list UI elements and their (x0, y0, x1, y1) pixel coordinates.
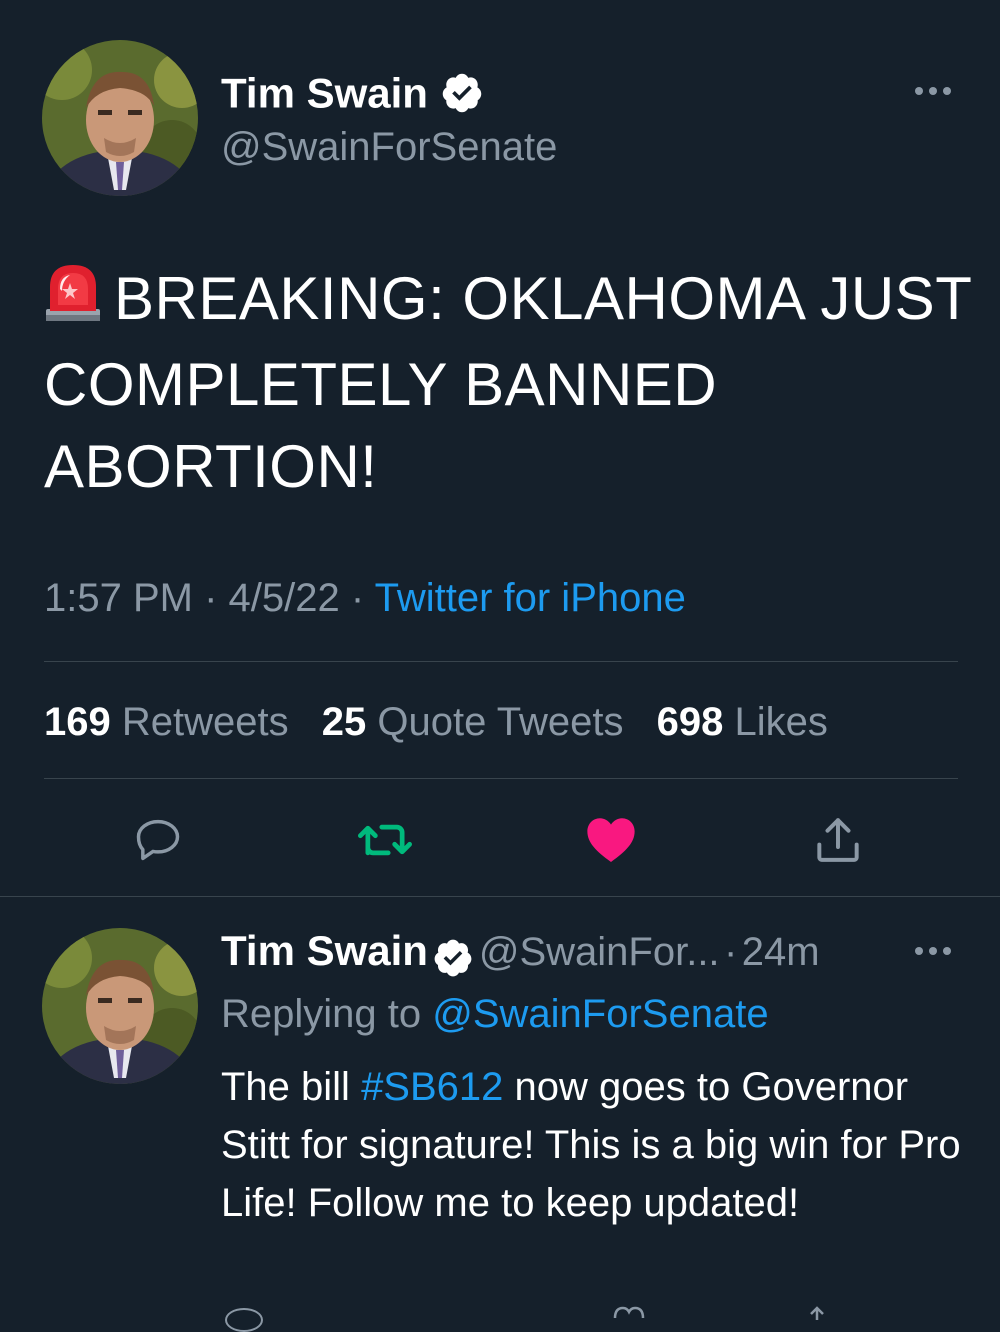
divider (44, 778, 958, 779)
tweet-stats: 169 Retweets 25 Quote Tweets 698 Likes (44, 702, 850, 742)
reply-text: The bill #SB612 now goes to Governor Sti… (221, 1058, 961, 1232)
verified-icon (432, 937, 474, 984)
likes-count: 698 (656, 700, 724, 744)
quote-tweets-stat[interactable]: 25 Quote Tweets (322, 700, 624, 744)
tweet-source-link[interactable]: Twitter for iPhone (375, 576, 686, 620)
quotes-label: Quote Tweets (377, 700, 624, 744)
retweets-label: Retweets (121, 700, 289, 744)
reply-header: Tim Swain @SwainFor... · 24m (221, 930, 820, 984)
reply-separator: · (724, 930, 738, 974)
author-avatar[interactable] (42, 40, 198, 196)
hashtag-link[interactable]: #SB612 (361, 1065, 503, 1109)
verified-icon (440, 71, 484, 122)
tweet-text-line2: COMPLETELY BANNED (44, 351, 718, 418)
likes-stat[interactable]: 698 Likes (657, 700, 828, 744)
reply-reply-icon[interactable] (225, 1308, 263, 1332)
tweet-date[interactable]: 4/5/22 (229, 576, 340, 620)
more-icon[interactable] (914, 84, 954, 102)
meta-separator: · (204, 576, 218, 620)
replying-to: Replying to @SwainForSenate (221, 994, 769, 1034)
siren-emoji (44, 261, 102, 344)
meta-separator: · (350, 576, 365, 620)
reply-author-handle[interactable]: @SwainFor... (479, 930, 720, 974)
heart-icon[interactable] (584, 814, 638, 864)
reply-icon[interactable] (132, 814, 184, 866)
reply-more-icon[interactable] (914, 944, 954, 962)
author-name[interactable]: Tim Swain (221, 71, 484, 122)
reply-heart-icon[interactable] (612, 1306, 646, 1325)
reply-author-name[interactable]: Tim Swain (221, 927, 428, 974)
reply-age[interactable]: 24m (742, 930, 820, 974)
author-name-text: Tim Swain (221, 69, 428, 117)
retweets-stat[interactable]: 169 Retweets (44, 700, 289, 744)
tweet-text-line3: ABORTION! (44, 433, 378, 500)
quotes-count: 25 (321, 700, 367, 744)
tweet-text-line1: BREAKING: OKLAHOMA JUST (114, 265, 973, 332)
tweet-text: BREAKING: OKLAHOMA JUST COMPLETELY BANNE… (44, 258, 972, 508)
replying-handle-link[interactable]: @SwainForSenate (432, 992, 768, 1036)
reply-author-avatar[interactable] (42, 928, 198, 1084)
tweet-time: 1:57 PM (44, 576, 193, 620)
retweets-count: 169 (44, 700, 111, 744)
tweet-meta: 1:57 PM · 4/5/22 · Twitter for iPhone (44, 578, 686, 618)
replying-prefix: Replying to (221, 992, 422, 1036)
section-divider (0, 896, 1000, 897)
reply-share-icon[interactable] (802, 1306, 832, 1325)
author-handle[interactable]: @SwainForSenate (221, 127, 557, 167)
likes-label: Likes (734, 700, 828, 744)
reply-text-before: The bill (221, 1065, 362, 1109)
share-icon[interactable] (810, 812, 866, 868)
retweet-icon[interactable] (355, 814, 415, 866)
divider (44, 661, 958, 662)
